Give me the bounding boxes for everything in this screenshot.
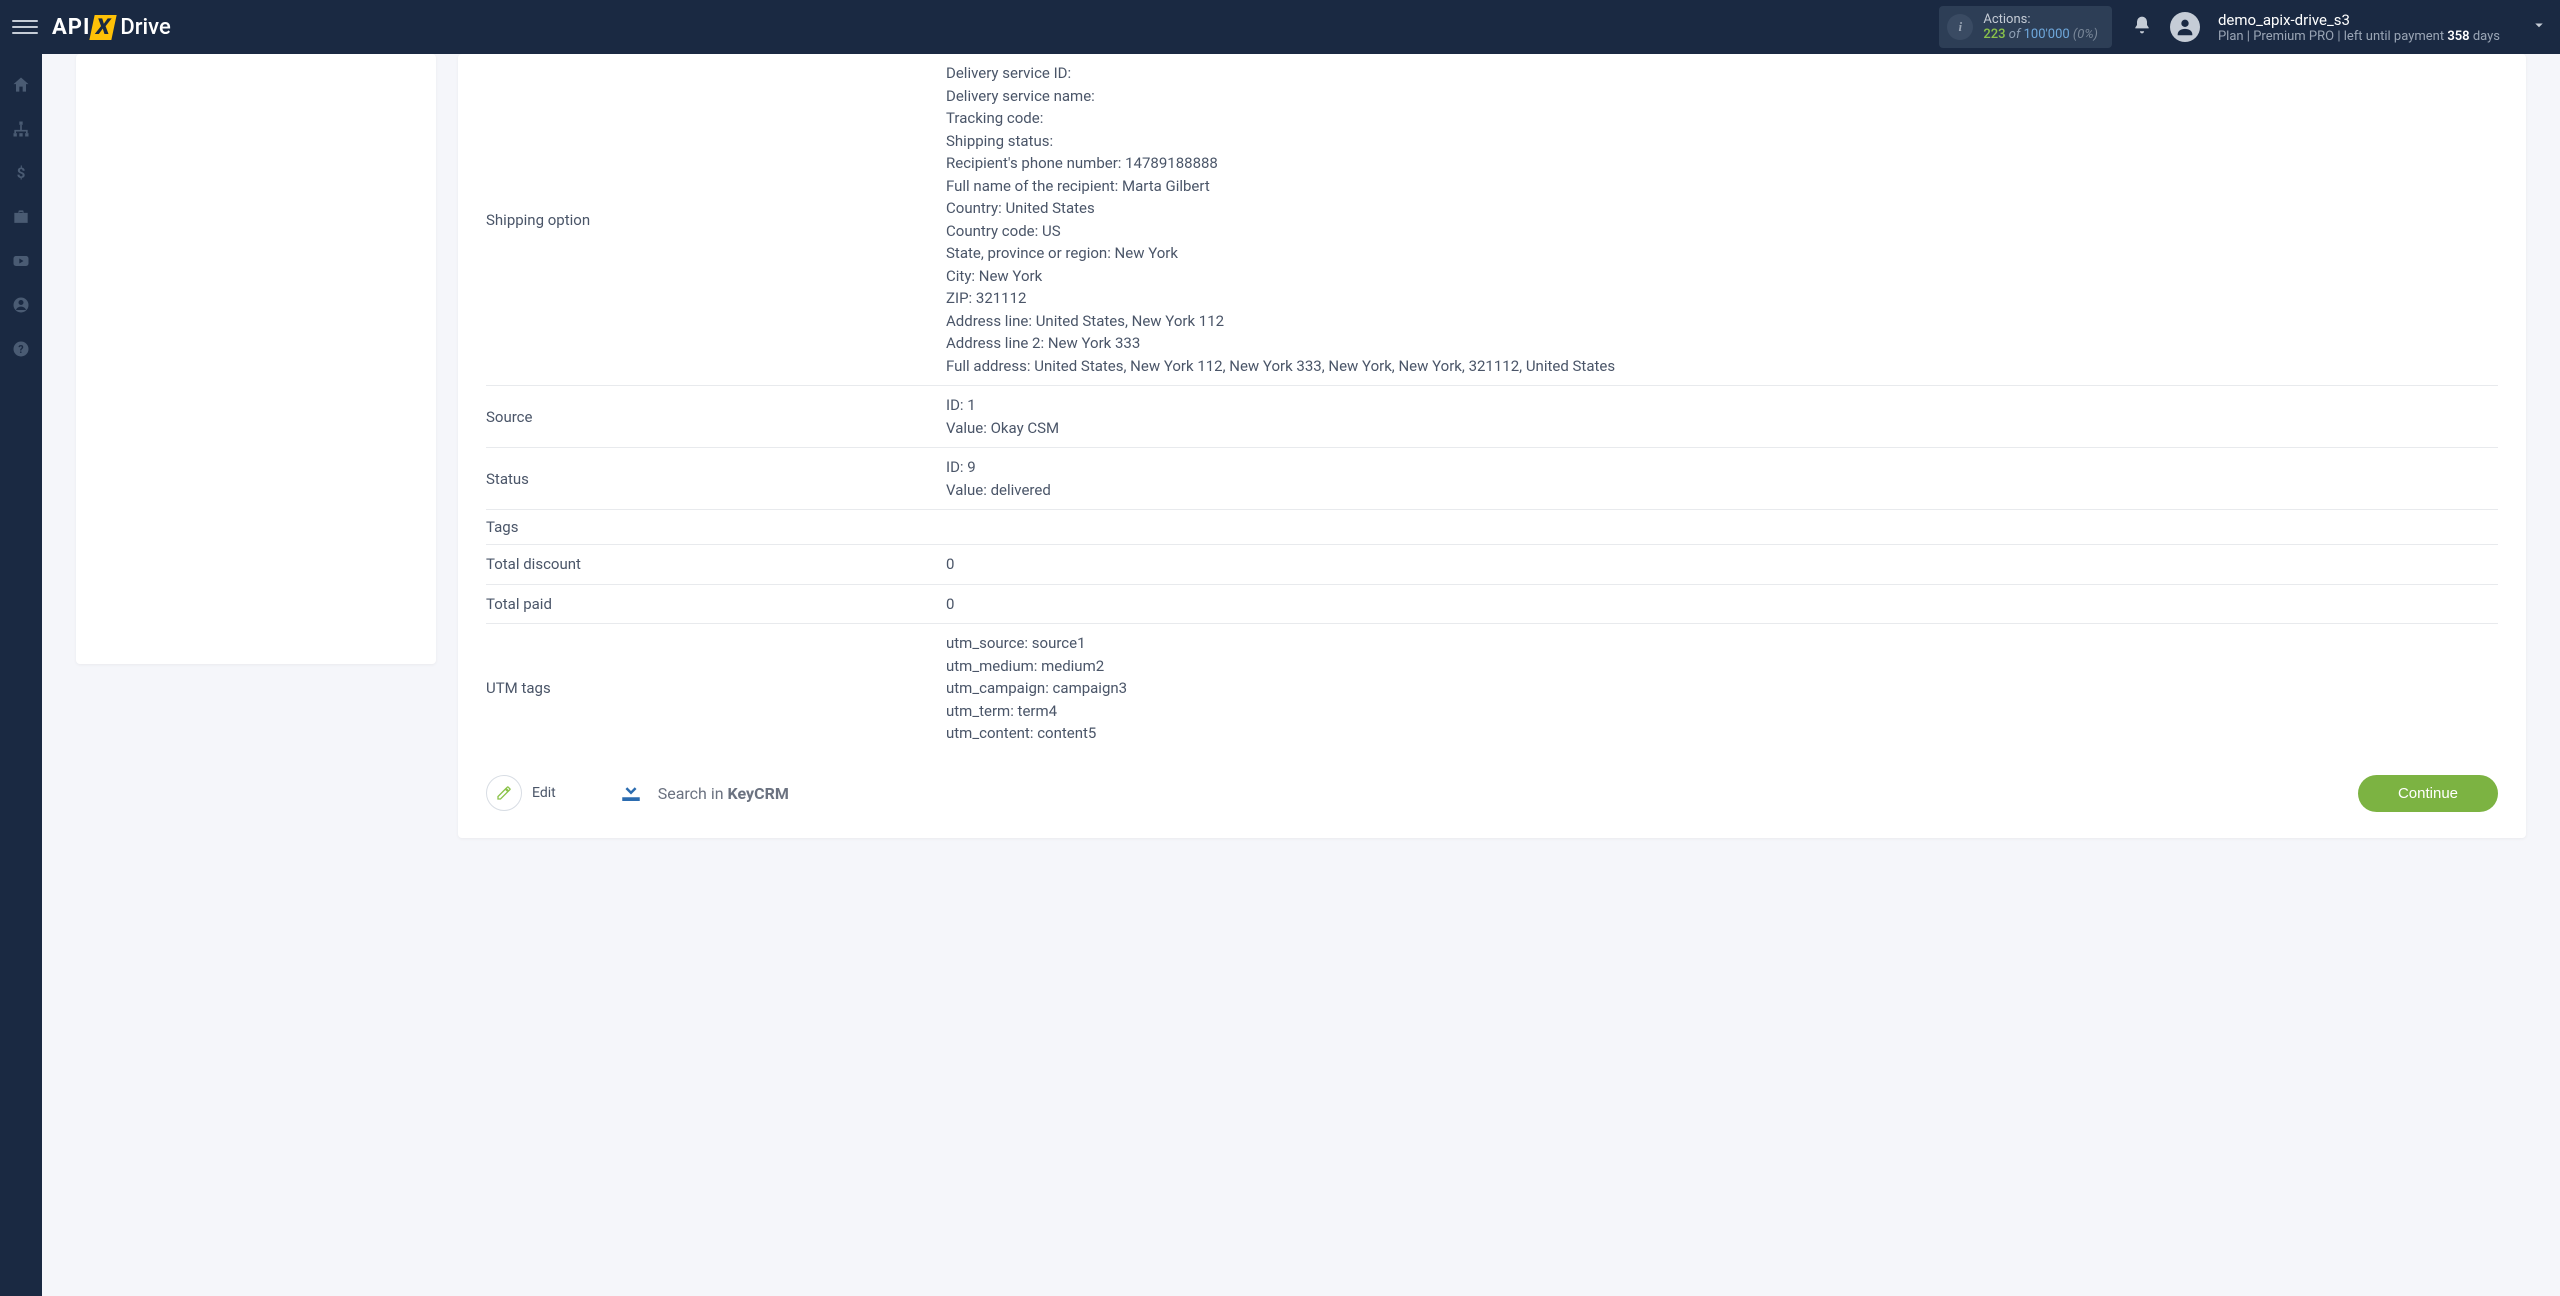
search-in-link[interactable]: Search in KeyCRM	[616, 776, 789, 810]
actions-label: Actions:	[1983, 12, 2098, 27]
plan-days-suffix: days	[2473, 29, 2500, 44]
sidebar: $ ?	[0, 54, 42, 1296]
logo-drive: Drive	[120, 15, 170, 40]
pencil-icon	[486, 775, 522, 811]
value-shipping: Delivery service ID: Delivery service na…	[946, 62, 2498, 377]
actions-pill[interactable]: i Actions: 223 of 100'000 (0%)	[1939, 6, 2112, 48]
edit-label: Edit	[532, 785, 556, 801]
row-utm: UTM tags utm_source: source1 utm_medium:…	[486, 624, 2498, 753]
row-discount: Total discount 0	[486, 545, 2498, 585]
value-discount: 0	[946, 553, 2498, 576]
menu-toggle-icon[interactable]	[12, 14, 38, 40]
download-icon	[616, 776, 646, 810]
row-source: Source ID: 1 Value: Okay CSM	[486, 386, 2498, 448]
search-target: KeyCRM	[728, 784, 789, 803]
svg-text:?: ?	[18, 343, 23, 356]
header: API X Drive i Actions: 223 of 100'000 (0…	[0, 0, 2560, 54]
row-shipping: Shipping option Delivery service ID: Del…	[486, 54, 2498, 386]
plan-prefix: Plan |	[2218, 29, 2250, 44]
plan-name: Premium PRO	[2253, 29, 2334, 44]
label-tags: Tags	[486, 518, 946, 536]
value-source: ID: 1 Value: Okay CSM	[946, 394, 2498, 439]
chevron-down-icon[interactable]	[2530, 16, 2548, 38]
briefcase-icon[interactable]	[10, 206, 32, 228]
value-utm: utm_source: source1 utm_medium: medium2 …	[946, 632, 2498, 745]
actions-of: of	[2009, 27, 2021, 42]
youtube-icon[interactable]	[10, 250, 32, 272]
actions-count: 223	[1983, 27, 2005, 42]
logo-x: X	[90, 15, 117, 40]
row-paid: Total paid 0	[486, 585, 2498, 625]
row-status: Status ID: 9 Value: delivered	[486, 448, 2498, 510]
data-table: Shipping option Delivery service ID: Del…	[486, 54, 2498, 753]
avatar-icon[interactable]	[2170, 12, 2200, 42]
left-panel	[76, 54, 436, 664]
plan-suffix: | left until payment	[2337, 29, 2444, 44]
right-panel: Shipping option Delivery service ID: Del…	[458, 54, 2526, 838]
home-icon[interactable]	[10, 74, 32, 96]
value-status: ID: 9 Value: delivered	[946, 456, 2498, 501]
label-utm: UTM tags	[486, 632, 946, 745]
main-content: Shipping option Delivery service ID: Del…	[42, 54, 2560, 1296]
user-name: demo_apix-drive_s3	[2218, 11, 2500, 29]
user-icon[interactable]	[10, 294, 32, 316]
label-source: Source	[486, 394, 946, 439]
label-paid: Total paid	[486, 593, 946, 616]
logo[interactable]: API X Drive	[52, 15, 171, 40]
plan-days: 358	[2447, 29, 2469, 44]
logo-api: API	[52, 15, 90, 40]
sitemap-icon[interactable]	[10, 118, 32, 140]
label-status: Status	[486, 456, 946, 501]
label-discount: Total discount	[486, 553, 946, 576]
info-icon: i	[1947, 14, 1973, 40]
bell-icon[interactable]	[2132, 15, 2152, 39]
row-tags: Tags	[486, 510, 2498, 545]
user-block[interactable]: demo_apix-drive_s3 Plan | Premium PRO | …	[2218, 11, 2500, 44]
dollar-icon[interactable]: $	[10, 162, 32, 184]
card-footer: Edit Search in KeyCRM Continue	[486, 753, 2498, 812]
help-icon[interactable]: ?	[10, 338, 32, 360]
value-tags	[946, 518, 2498, 536]
continue-button[interactable]: Continue	[2358, 775, 2498, 812]
actions-pct: (0%)	[2073, 27, 2098, 42]
search-prefix: Search in	[658, 784, 728, 803]
svg-text:$: $	[17, 164, 26, 182]
label-shipping: Shipping option	[486, 62, 946, 377]
value-paid: 0	[946, 593, 2498, 616]
edit-button[interactable]: Edit	[486, 775, 556, 811]
actions-total: 100'000	[2024, 27, 2070, 42]
